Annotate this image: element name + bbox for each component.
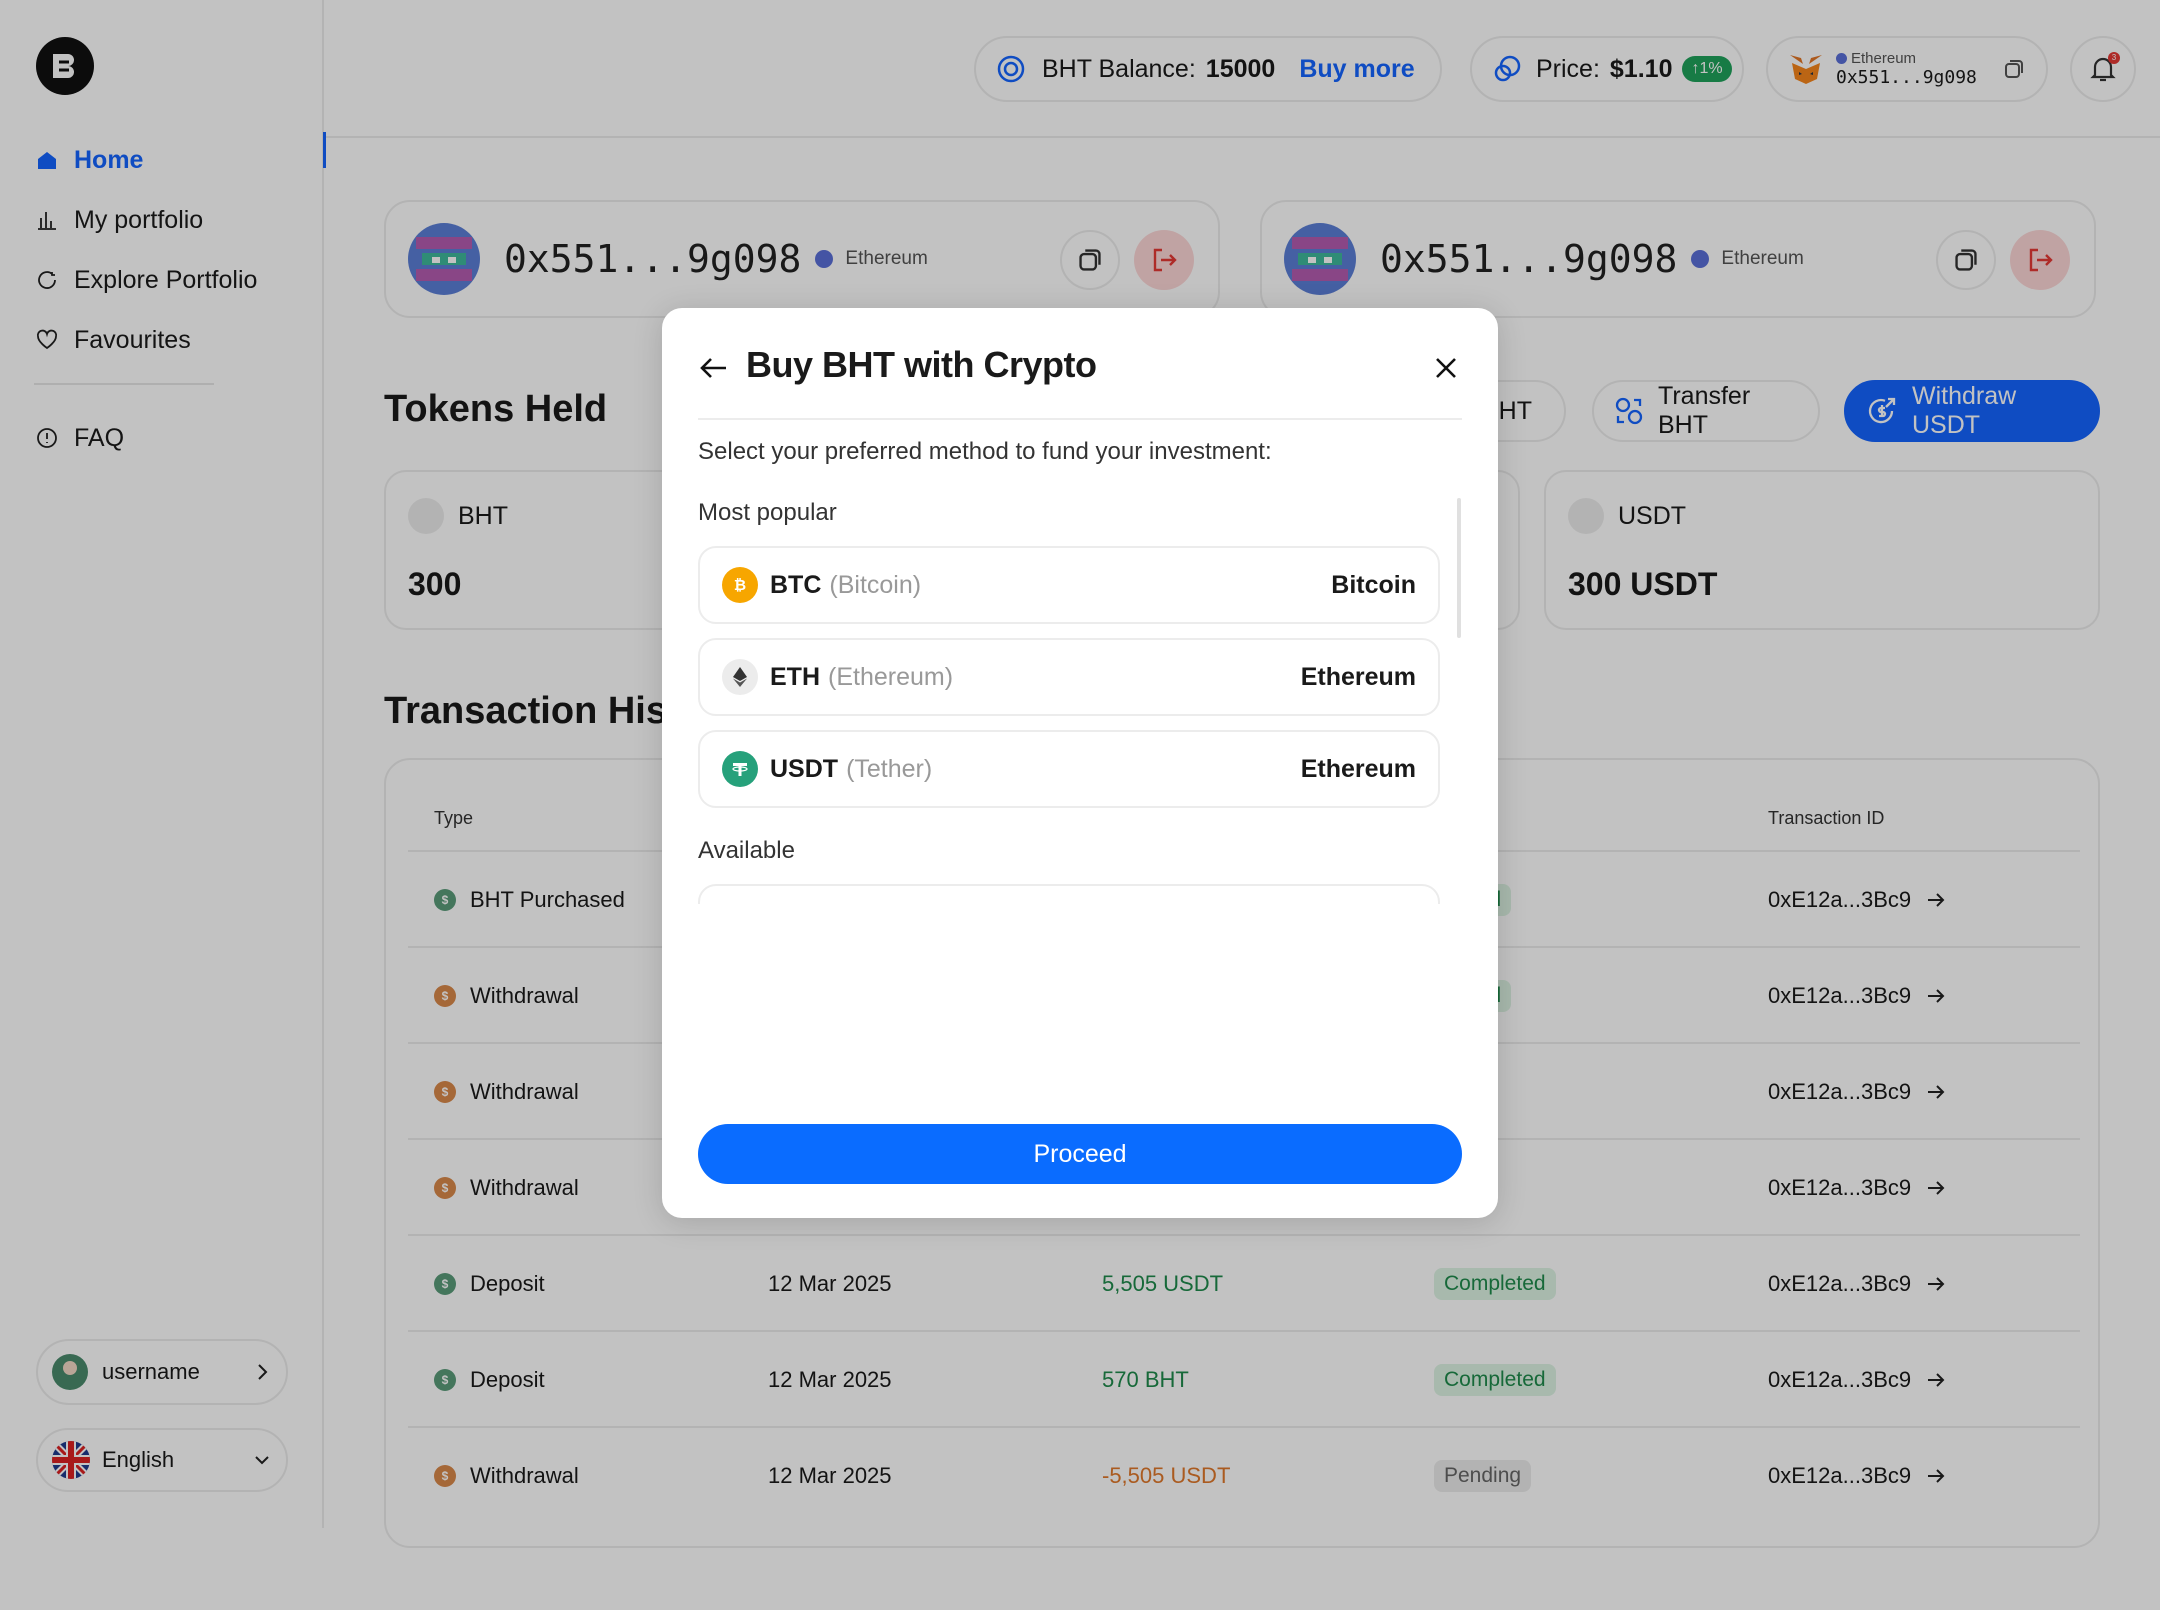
payment-option-aave[interactable]: AAVE(Aave)Ethereum (698, 884, 1440, 904)
bitcoin-icon: ₿ (722, 567, 758, 603)
coin-network: Ethereum (1300, 754, 1416, 783)
ethereum-icon (722, 659, 758, 695)
coin-network: Ethereum (1300, 662, 1416, 691)
coin-network: Bitcoin (1331, 570, 1416, 599)
coin-symbol: BTC (770, 570, 822, 599)
proceed-button[interactable]: Proceed (698, 1124, 1462, 1184)
payment-option-eth[interactable]: ETH (Ethereum) Ethereum (698, 638, 1440, 716)
close-icon[interactable] (1430, 352, 1462, 384)
payment-method-list[interactable]: Most popular ₿ BTC (Bitcoin) Bitcoin ETH (Eth… (698, 494, 1462, 904)
coin-name: (Ethereum) (828, 662, 954, 691)
modal-subtitle: Select your preferred method to fund you… (698, 438, 1272, 465)
tether-icon (722, 751, 758, 787)
svg-text:₿: ₿ (734, 576, 746, 594)
payment-option-btc[interactable]: ₿ BTC (Bitcoin) Bitcoin (698, 546, 1440, 624)
coin-name: (Bitcoin) (829, 570, 922, 599)
group-label-available: Available (698, 837, 795, 864)
buy-bht-modal: Buy BHT with Crypto Select your preferre… (662, 308, 1498, 1218)
coin-symbol: USDT (770, 754, 839, 783)
coin-symbol: ETH (770, 662, 820, 691)
modal-header: Buy BHT with Crypto (698, 344, 1462, 420)
coin-name: (Tether) (846, 754, 933, 783)
group-label-popular: Most popular (698, 499, 837, 526)
modal-title: Buy BHT with Crypto (746, 344, 1097, 385)
back-arrow-icon[interactable] (698, 352, 730, 384)
payment-option-usdt[interactable]: USDT (Tether) Ethereum (698, 730, 1440, 808)
list-scrollbar[interactable] (1457, 498, 1461, 638)
